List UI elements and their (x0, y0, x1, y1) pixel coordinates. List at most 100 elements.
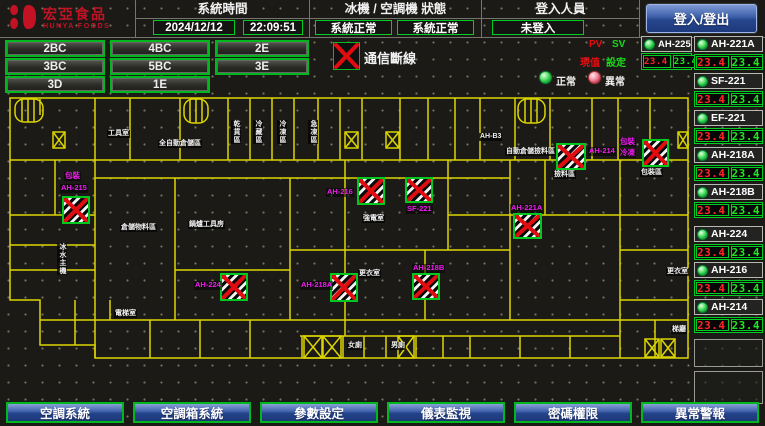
room-label: 撿料區 (553, 171, 576, 179)
room-label: 乾貨區 (231, 120, 241, 144)
equipment-label: AH-216 (326, 188, 354, 197)
unit-row-sf-221[interactable]: SF-221 (694, 73, 763, 89)
equipment-label: SF-221 (406, 205, 433, 214)
unit-name-label: AH-221A (711, 38, 755, 50)
unit-lamp-icon (697, 265, 708, 276)
unit-lamp-icon (697, 150, 708, 161)
room-label: 自動倉儲撿料區 (505, 148, 556, 156)
unit-values-ah-224: 23.4 23.4 (694, 244, 763, 260)
nav-parameter-set-button[interactable]: 參數設定 (260, 402, 378, 423)
unit-lamp-icon (644, 39, 655, 50)
room-label: 包裝區 (640, 169, 663, 177)
red-x-icon (558, 145, 584, 168)
unit-name-label: AH-225 (658, 39, 691, 50)
unit-row-ah-221a[interactable]: AH-221A (694, 36, 763, 52)
unit-slot-empty (694, 371, 763, 404)
room-label: 工具室 (107, 130, 130, 138)
equipment-marker-sf-221[interactable] (405, 177, 433, 203)
pv-value: 23.4 (696, 56, 729, 68)
sv-value: 23.4 (731, 56, 764, 68)
unit-values-ah-218b: 23.4 23.4 (694, 202, 763, 218)
unit-name-label: AH-224 (711, 228, 747, 240)
room-label: 全自動倉儲區 (158, 140, 202, 148)
sv-value: 23.4 (731, 167, 764, 179)
equipment-label: 包裝 (619, 138, 636, 147)
equipment-marker-ah-215[interactable] (62, 196, 90, 224)
pv-value: 23.4 (696, 130, 729, 142)
pv-value: 23.4 (696, 204, 729, 216)
unit-row-ah-216[interactable]: AH-216 (694, 262, 763, 278)
equipment-label: AH-218A (300, 281, 333, 290)
red-x-icon (359, 179, 383, 203)
unit-name-label: AH-216 (711, 264, 747, 276)
room-label: 冷凍區 (277, 120, 287, 144)
unit-name-label: AH-218A (711, 149, 755, 161)
pv-value: 23.4 (696, 93, 729, 105)
red-x-icon (222, 275, 246, 299)
equipment-marker-ah-224[interactable] (220, 273, 248, 301)
red-x-icon (407, 179, 431, 201)
unit-lamp-icon (697, 113, 708, 124)
room-label: 更衣室 (666, 268, 689, 276)
equipment-marker-ah-216[interactable] (357, 177, 385, 205)
nav-ac-system-button[interactable]: 空調系統 (6, 402, 124, 423)
unit-row-ah-224[interactable]: AH-224 (694, 226, 763, 242)
room-label: AH-B3 (479, 133, 502, 141)
pv-value: 23.4 (696, 282, 729, 294)
red-x-icon (515, 215, 540, 237)
nav-alarm-button[interactable]: 異常警報 (641, 402, 759, 423)
unit-row-ef-221[interactable]: EF-221 (694, 110, 763, 126)
equipment-label: 包裝 (64, 172, 81, 181)
room-label: 倉儲物料區 (120, 224, 157, 232)
unit-lamp-icon (697, 229, 708, 240)
nav-meter-monitor-button[interactable]: 儀表監視 (387, 402, 505, 423)
pv-value: 23.4 (696, 167, 729, 179)
red-x-icon (64, 198, 88, 222)
red-x-icon (414, 275, 438, 298)
unit-lamp-icon (697, 302, 708, 313)
unit-name-label: SF-221 (711, 75, 745, 87)
unit-lamp-icon (697, 39, 708, 50)
unit-values-ah-221a: 23.4 23.4 (694, 54, 763, 70)
room-label: 男廁 (390, 342, 406, 350)
unit-values-sf-221: 23.4 23.4 (694, 91, 763, 107)
unit-lamp-icon (697, 187, 708, 198)
unit-values-ah-216: 23.4 23.4 (694, 280, 763, 296)
unit-slot-empty (694, 339, 763, 367)
equipment-label: AH-221A (510, 204, 543, 213)
equipment-marker-ah-218b[interactable] (412, 273, 440, 300)
equipment-marker-ah-221a[interactable] (513, 213, 542, 239)
unit-values-ah-225: 23.4 23.4 (641, 53, 692, 70)
room-label: 鍋爐工具房 (188, 221, 225, 229)
nav-ahu-system-button[interactable]: 空調箱系統 (133, 402, 251, 423)
pv-value: 23.4 (696, 319, 729, 331)
unit-row-ah-225[interactable]: AH-225 (641, 36, 692, 52)
nav-password-auth-button[interactable]: 密碼權限 (514, 402, 632, 423)
equipment-marker-ah-217[interactable] (642, 139, 669, 167)
unit-name-label: AH-218B (711, 186, 755, 198)
pv-value: 23.4 (643, 55, 671, 68)
room-label: 冷藏區 (253, 120, 263, 144)
sv-value: 23.4 (731, 204, 764, 216)
unit-row-ah-218b[interactable]: AH-218B (694, 184, 763, 200)
unit-values-ah-218a: 23.4 23.4 (694, 165, 763, 181)
hmi-screen: 宏亞食品 HUNYA FOODS 系統時間 2024/12/12 22:09:5… (0, 0, 765, 426)
sv-value: 23.4 (731, 130, 764, 142)
room-label: 急凍區 (308, 120, 318, 144)
equipment-label: AH-218B (412, 264, 445, 273)
pv-value: 23.4 (696, 246, 729, 258)
equipment-marker-ah-218a[interactable] (330, 273, 358, 302)
room-label: 女廁 (347, 342, 363, 350)
equipment-marker-ah-214[interactable] (556, 143, 586, 170)
sv-value: 23.4 (731, 93, 764, 105)
room-label: 強電室 (362, 215, 385, 223)
unit-values-ef-221: 23.4 23.4 (694, 128, 763, 144)
sv-value: 23.4 (731, 246, 764, 258)
room-label: 梯廳 (671, 326, 687, 334)
unit-row-ah-214[interactable]: AH-214 (694, 299, 763, 315)
unit-row-ah-218a[interactable]: AH-218A (694, 147, 763, 163)
equipment-label: AH-224 (194, 281, 222, 290)
unit-name-label: EF-221 (711, 112, 745, 124)
unit-values-ah-214: 23.4 23.4 (694, 317, 763, 333)
sv-value: 23.4 (731, 319, 764, 331)
